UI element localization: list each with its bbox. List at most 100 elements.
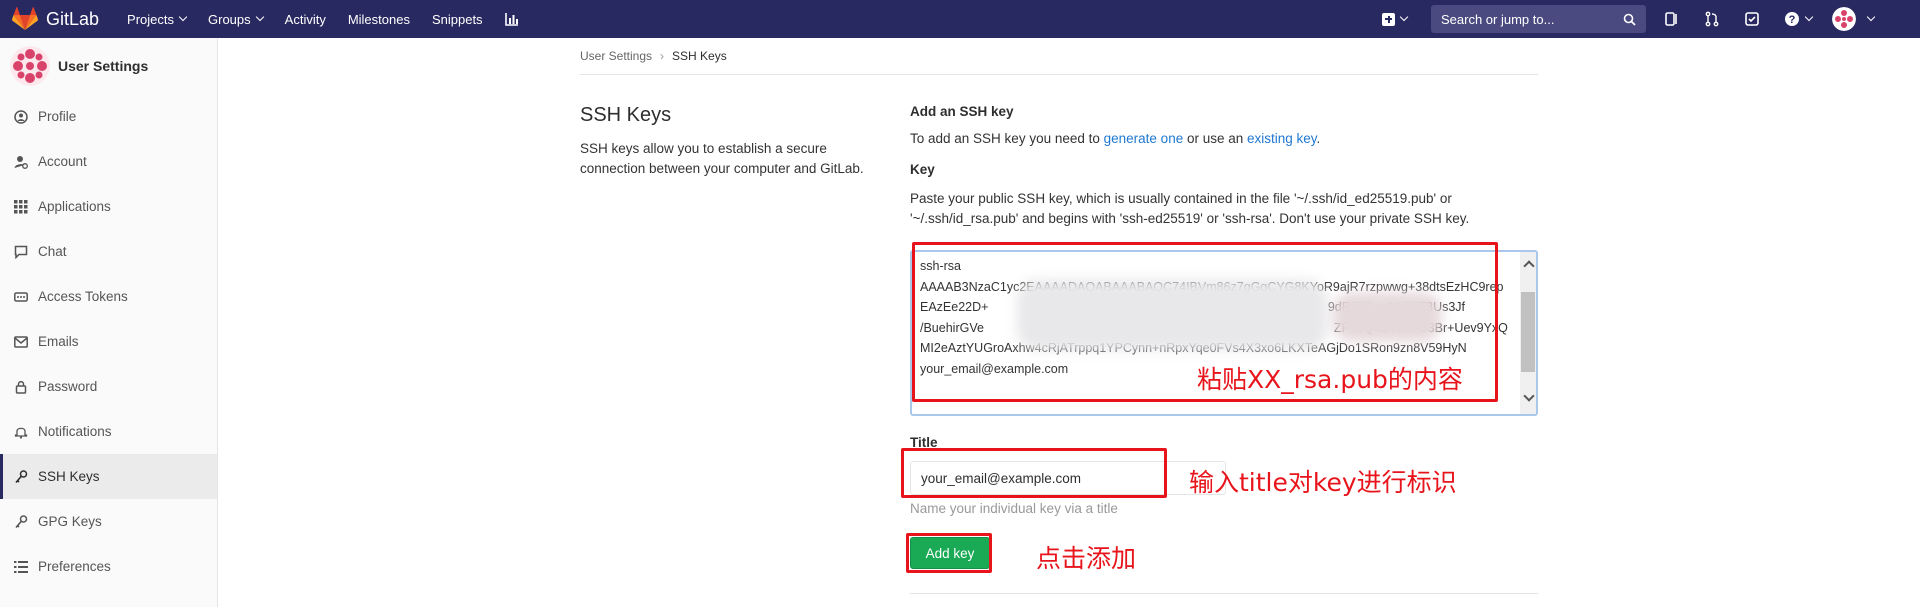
avatar [1832, 7, 1856, 31]
sidebar-item-applications[interactable]: Applications [0, 184, 217, 229]
annotation-title-text: 输入title对key进行标识 [1189, 468, 1457, 497]
settings-sidebar: User Settings Profile Account Applicatio… [0, 38, 218, 607]
sidebar-item-label: SSH Keys [38, 469, 100, 484]
chevron-down-icon [1804, 12, 1814, 22]
sidebar-item-label: Notifications [38, 424, 112, 439]
breadcrumb-current[interactable]: SSH Keys [672, 49, 727, 63]
nav-chart[interactable] [504, 12, 519, 26]
redaction-blur [1017, 280, 1327, 350]
textarea-scrollbar[interactable] [1520, 252, 1536, 414]
bar-chart-icon [504, 13, 518, 26]
chevron-up-icon[interactable] [1523, 260, 1535, 272]
preferences-icon [14, 560, 28, 573]
gitlab-logo[interactable]: GitLab [12, 7, 99, 31]
nav-activity-label: Activity [284, 11, 326, 27]
form-heading: Add an SSH key [910, 104, 1014, 119]
nav-snippets[interactable]: Snippets [432, 12, 483, 27]
key-help-text: Paste your public SSH key, which is usua… [910, 191, 1470, 226]
nav-groups[interactable]: Groups [208, 11, 264, 27]
new-dropdown-button[interactable] [1382, 12, 1409, 26]
search-placeholder: Search or jump to... [1441, 11, 1555, 27]
redaction-blur [1332, 292, 1442, 342]
nav-activity[interactable]: Activity [285, 12, 326, 27]
sidebar-item-label: Profile [38, 109, 77, 124]
form-intro: To add an SSH key you need to generate o… [910, 131, 1538, 146]
key-icon [15, 514, 28, 528]
svg-text:?: ? [1789, 14, 1796, 26]
nav-milestones-label: Milestones [347, 11, 410, 27]
sidebar-item-label: Emails [38, 334, 79, 349]
existing-key-link[interactable]: existing key [1247, 131, 1317, 146]
breadcrumb-separator-icon: › [660, 49, 665, 63]
chevron-down-icon [178, 12, 188, 22]
sidebar-item-label: Applications [38, 199, 111, 214]
sidebar-item-password[interactable]: Password [0, 364, 217, 409]
plus-icon [1382, 12, 1395, 26]
key-icon [15, 469, 28, 483]
chevron-down-icon [255, 12, 264, 22]
lock-icon [15, 380, 27, 394]
account-icon [14, 155, 28, 169]
intro-text: . [1316, 131, 1321, 146]
annotation-button-text: 点击添加 [1036, 544, 1137, 573]
token-icon [14, 291, 28, 302]
page-title: SSH Keys [580, 104, 672, 126]
top-navbar: GitLab Projects Groups Activity Mileston… [0, 0, 1920, 38]
chevron-down-icon[interactable] [1523, 390, 1535, 402]
add-ssh-key-form: Add an SSH key To add an SSH key you nee… [910, 104, 1538, 229]
sidebar-item-label: Preferences [38, 559, 111, 574]
sidebar-header[interactable]: User Settings [0, 38, 217, 94]
section-info: SSH Keys SSH keys allow you to establish… [580, 104, 880, 179]
title-help-text: Name your individual key via a title [910, 501, 1118, 516]
intro-text: or use an [1183, 131, 1248, 146]
sidebar-title: User Settings [58, 58, 149, 74]
sidebar-item-chat[interactable]: Chat [0, 229, 217, 274]
sidebar-item-label: GPG Keys [38, 514, 102, 529]
sidebar-item-label: Password [38, 379, 98, 394]
chevron-down-icon [1866, 12, 1876, 22]
sidebar-item-gpg-keys[interactable]: GPG Keys [0, 499, 217, 544]
nav-projects-label: Projects [127, 11, 175, 27]
title-field[interactable] [910, 461, 1226, 495]
sidebar-item-account[interactable]: Account [0, 139, 217, 184]
sidebar-item-access-tokens[interactable]: Access Tokens [0, 274, 217, 319]
sidebar-item-label: Access Tokens [38, 289, 128, 304]
scrollbar-thumb[interactable] [1521, 292, 1535, 372]
sidebar-item-emails[interactable]: Emails [0, 319, 217, 364]
key-label: Key [910, 162, 935, 177]
bell-icon [14, 427, 28, 439]
search-input[interactable]: Search or jump to... [1431, 5, 1646, 33]
nav-snippets-label: Snippets [431, 11, 483, 27]
sidebar-item-notifications[interactable]: Notifications [0, 409, 217, 454]
help-icon: ? [1785, 12, 1799, 26]
avatar [10, 46, 50, 86]
search-icon [1623, 13, 1636, 26]
breadcrumb: User Settings › SSH Keys [580, 38, 1538, 75]
sidebar-item-ssh-keys[interactable]: SSH Keys [0, 454, 217, 499]
profile-icon [14, 109, 28, 124]
todo-icon[interactable] [1744, 11, 1760, 27]
brand-name: GitLab [46, 8, 100, 29]
sidebar-item-profile[interactable]: Profile [0, 94, 217, 139]
sidebar-item-preferences[interactable]: Preferences [0, 544, 217, 589]
generate-one-link[interactable]: generate one [1104, 131, 1184, 146]
intro-text: To add an SSH key you need to [910, 131, 1104, 146]
chevron-down-icon [1399, 12, 1409, 22]
annotation-key-text: 粘贴XX_rsa.pub的内容 [1197, 365, 1463, 394]
merge-request-icon[interactable] [1704, 11, 1720, 27]
breadcrumb-parent[interactable]: User Settings [580, 49, 652, 63]
user-menu[interactable] [1832, 7, 1876, 31]
gitlab-tanuki-icon [12, 7, 38, 30]
chat-icon [14, 245, 28, 259]
sidebar-item-label: Chat [38, 244, 67, 259]
help-dropdown[interactable]: ? [1784, 11, 1814, 27]
sidebar-item-label: Account [38, 154, 87, 169]
nav-groups-label: Groups [208, 11, 251, 27]
nav-milestones[interactable]: Milestones [348, 12, 410, 27]
nav-projects[interactable]: Projects [127, 11, 188, 27]
add-key-button[interactable]: Add key [910, 537, 990, 569]
divider [910, 593, 1538, 594]
section-description: SSH keys allow you to establish a secure… [580, 141, 864, 176]
issues-icon[interactable] [1664, 11, 1680, 27]
applications-icon [14, 199, 28, 213]
